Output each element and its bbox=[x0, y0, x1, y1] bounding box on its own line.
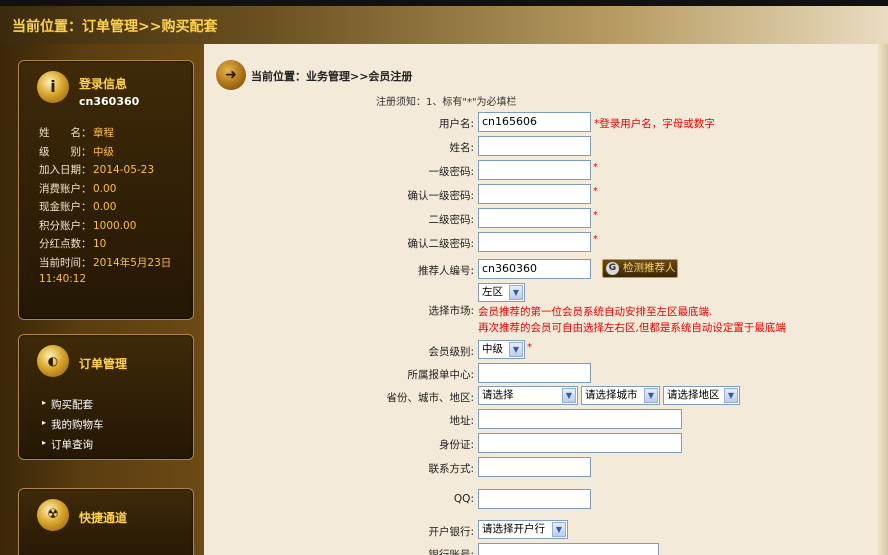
row-username: 用户名: cn165606 *登录用户名，字母或数字 bbox=[204, 112, 888, 134]
quick-access-panel: ☢ 快捷通道 bbox=[18, 488, 194, 555]
center-input[interactable] bbox=[478, 363, 591, 383]
password1-confirm-label: 确认一级密码: bbox=[407, 190, 474, 202]
qq-input[interactable] bbox=[478, 489, 591, 509]
district-select[interactable]: 请选择地区 ▼ bbox=[663, 386, 740, 405]
check-referrer-button[interactable]: G 检测推荐人 bbox=[602, 259, 678, 278]
row-name: 姓名: bbox=[204, 136, 888, 158]
login-info-panel: i 登录信息 cn360360 姓 名： 章程 级 别： 中级 加入日期： 2014-… bbox=[18, 60, 194, 320]
region-label: 省份、城市、地区: bbox=[386, 392, 474, 404]
radiation-icon: ☢ bbox=[37, 499, 69, 531]
qq-label: QQ: bbox=[453, 493, 474, 505]
info-row-name: 姓 名： 章程 bbox=[39, 127, 114, 139]
info-row-cash-account: 现金账户： 0.00 bbox=[39, 201, 117, 213]
top-bar: 当前位置：订单管理>>购买配套 bbox=[0, 6, 888, 44]
row-bank-account: 银行账号: bbox=[204, 543, 888, 555]
bank-account-label: 银行账号: bbox=[428, 549, 474, 555]
bank-select[interactable]: 请选择开户行 ▼ bbox=[478, 520, 568, 539]
login-info-list: 姓 名： 章程 级 别： 中级 加入日期： 2014-05-23 消费账户： 0.00 … bbox=[19, 125, 193, 292]
row-password2-confirm: 确认二级密码: * bbox=[204, 232, 888, 254]
referrer-label: 推荐人编号: bbox=[417, 265, 474, 277]
row-market: 左区 ▼ 选择市场: 会员推荐的第一位会员系统自动安排至左区最底端. 再次推荐的会… bbox=[204, 283, 888, 334]
g-icon: G bbox=[606, 262, 619, 275]
password1-confirm-required-star: * bbox=[593, 186, 598, 197]
id-card-label: 身份证: bbox=[438, 439, 474, 451]
info-row-level: 级 别： 中级 bbox=[39, 145, 114, 158]
password2-confirm-label: 确认二级密码: bbox=[407, 238, 474, 250]
city-select[interactable]: 请选择城市 ▼ bbox=[581, 386, 660, 405]
chevron-down-icon: ▼ bbox=[509, 285, 523, 300]
info-row-dividend-points: 分红点数： 10 bbox=[39, 238, 107, 250]
chevron-down-icon: ▼ bbox=[509, 342, 523, 357]
market-hint-2: 再次推荐的会员可自由选择左右区,但都是系统自动设定置于最底端 bbox=[478, 322, 786, 334]
contact-label: 联系方式: bbox=[428, 463, 474, 475]
info-row-current-time: 当前时间： 2014年5月23日 bbox=[39, 256, 172, 269]
contact-input[interactable] bbox=[478, 457, 591, 477]
province-select[interactable]: 请选择 ▼ bbox=[478, 386, 578, 405]
row-address: 地址: bbox=[204, 409, 888, 431]
market-select[interactable]: 左区 ▼ bbox=[478, 283, 525, 302]
row-password2: 二级密码: * bbox=[204, 208, 888, 230]
main-breadcrumb: 当前位置：业务管理>>会员注册 bbox=[251, 70, 413, 83]
menu-item-order-query[interactable]: 订单查询 bbox=[19, 437, 193, 457]
login-info-title: 登录信息 bbox=[79, 77, 128, 91]
market-label: 选择市场: bbox=[428, 305, 474, 317]
chevron-down-icon: ▼ bbox=[724, 388, 738, 403]
menu-item-shopping-cart[interactable]: 我的购物车 bbox=[19, 417, 193, 437]
login-username: cn360360 bbox=[79, 95, 140, 108]
password2-required-star: * bbox=[593, 210, 598, 221]
bank-label: 开户银行: bbox=[428, 526, 474, 538]
row-level: 会员级别: 中级 ▼ * bbox=[204, 340, 888, 362]
info-row-join-date: 加入日期： 2014-05-23 bbox=[39, 164, 155, 176]
address-label: 地址: bbox=[449, 415, 474, 427]
password2-input[interactable] bbox=[478, 208, 591, 228]
referrer-input[interactable]: cn360360 bbox=[478, 259, 591, 279]
row-region: 省份、城市、地区: 请选择 ▼ 请选择城市 ▼ 请选择地区 ▼ bbox=[204, 386, 888, 408]
row-id-card: 身份证: bbox=[204, 433, 888, 455]
arrow-right-icon: ➜ bbox=[216, 60, 246, 90]
info-row-points-account: 积分账户： 1000.00 bbox=[39, 219, 137, 232]
center-label: 所属报单中心: bbox=[407, 369, 474, 381]
level-select[interactable]: 中级 ▼ bbox=[478, 340, 525, 359]
row-contact: 联系方式: bbox=[204, 457, 888, 479]
address-input[interactable] bbox=[478, 409, 682, 429]
user-icon: i bbox=[37, 71, 69, 103]
order-panel-title: 订单管理 bbox=[79, 357, 128, 371]
info-row-consume-account: 消费账户： 0.00 bbox=[39, 182, 117, 195]
quick-panel-title: 快捷通道 bbox=[79, 511, 128, 525]
password1-confirm-input[interactable] bbox=[478, 184, 591, 204]
password1-label: 一级密码: bbox=[428, 166, 474, 178]
username-label: 用户名: bbox=[438, 118, 474, 130]
order-icon: ◐ bbox=[37, 345, 69, 377]
menu-item-buy-package[interactable]: 购买配套 bbox=[19, 397, 193, 417]
row-qq: QQ: bbox=[204, 489, 888, 511]
password1-input[interactable] bbox=[478, 160, 591, 180]
id-card-input[interactable] bbox=[478, 433, 682, 453]
chevron-down-icon: ▼ bbox=[562, 388, 576, 403]
name-input[interactable] bbox=[478, 136, 591, 156]
chevron-down-icon: ▼ bbox=[552, 522, 566, 537]
password2-confirm-input[interactable] bbox=[478, 232, 591, 252]
chevron-down-icon: ▼ bbox=[644, 388, 658, 403]
row-password1: 一级密码: * bbox=[204, 160, 888, 182]
password1-required-star: * bbox=[593, 162, 598, 173]
level-label: 会员级别: bbox=[428, 346, 474, 358]
market-hint-1: 会员推荐的第一位会员系统自动安排至左区最底端. bbox=[478, 306, 713, 318]
row-referrer: 推荐人编号: cn360360 G 检测推荐人 bbox=[204, 259, 888, 281]
info-row-current-time-clock: 11:40:12 bbox=[39, 273, 87, 285]
bank-account-input[interactable] bbox=[478, 543, 659, 555]
left-sidebar: i 登录信息 cn360360 姓 名： 章程 级 别： 中级 加入日期： 2014-… bbox=[0, 44, 204, 555]
username-input[interactable]: cn165606 bbox=[478, 112, 591, 132]
password2-confirm-required-star: * bbox=[593, 234, 598, 245]
level-required-star: * bbox=[527, 342, 532, 353]
row-password1-confirm: 确认一级密码: * bbox=[204, 184, 888, 206]
name-label: 姓名: bbox=[449, 142, 474, 154]
username-hint: *登录用户名，字母或数字 bbox=[594, 118, 715, 130]
row-bank: 开户银行: 请选择开户行 ▼ bbox=[204, 520, 888, 542]
password2-label: 二级密码: bbox=[428, 214, 474, 226]
main-content: ➜ 当前位置：业务管理>>会员注册 注册须知：1、标有"*"为必填栏 用户名: … bbox=[204, 44, 888, 555]
order-management-panel: ◐ 订单管理 购买配套 我的购物车 订单查询 bbox=[18, 334, 194, 460]
row-center: 所属报单中心: bbox=[204, 363, 888, 385]
registration-notice: 注册须知：1、标有"*"为必填栏 bbox=[376, 97, 517, 108]
page-breadcrumb: 当前位置：订单管理>>购买配套 bbox=[12, 19, 218, 35]
